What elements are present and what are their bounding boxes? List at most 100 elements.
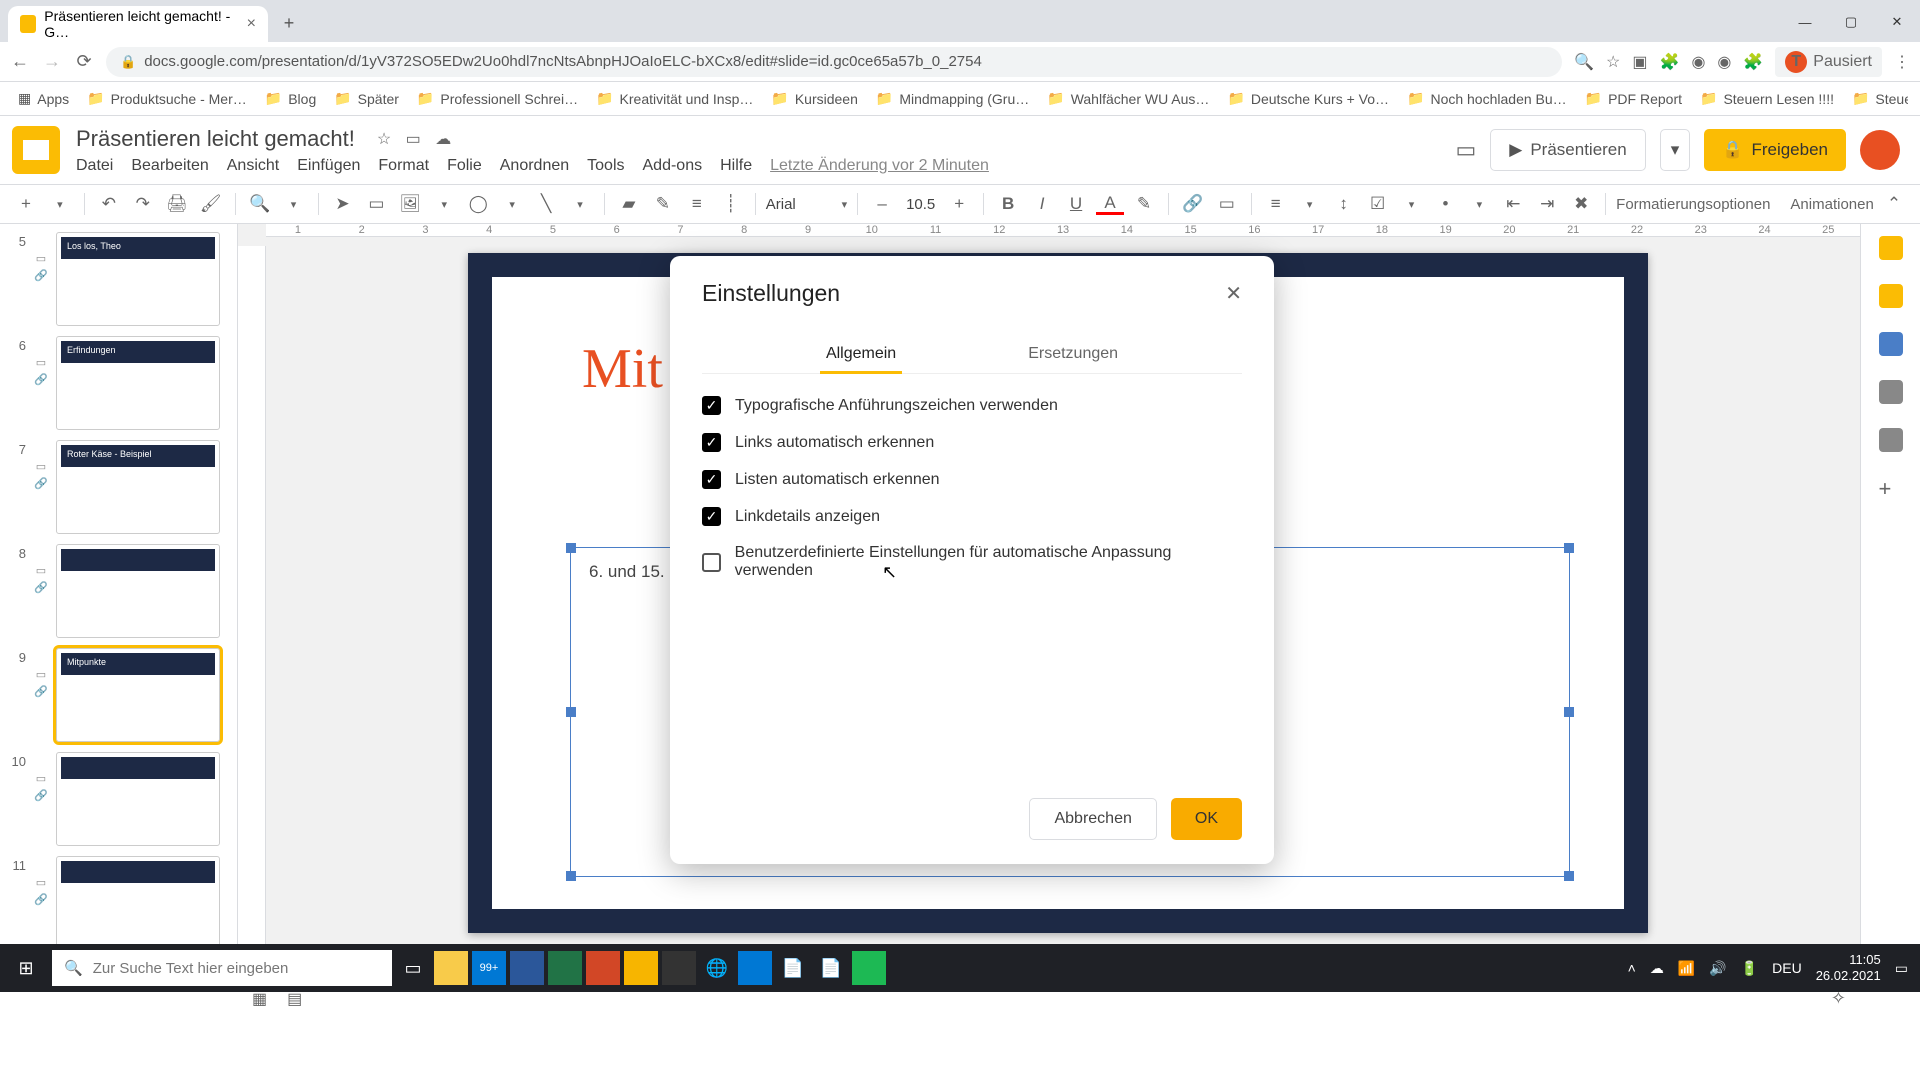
underline-button[interactable]: U — [1062, 190, 1090, 218]
menu-anordnen[interactable]: Anordnen — [500, 157, 569, 175]
undo-button[interactable]: ↶ — [95, 190, 123, 218]
notepad2-icon[interactable]: 📄 — [814, 951, 848, 985]
edge-icon[interactable] — [738, 951, 772, 985]
checkbox[interactable] — [702, 553, 721, 572]
side-app-icon[interactable] — [1879, 428, 1903, 452]
qr-icon[interactable]: ▣ — [1632, 52, 1647, 72]
slide-thumbnail[interactable] — [56, 544, 220, 638]
slide-thumbnail[interactable] — [56, 752, 220, 846]
font-select[interactable]: Arial — [766, 196, 836, 213]
add-panel-icon[interactable]: + — [1879, 476, 1903, 500]
url-bar[interactable]: 🔒 docs.google.com/presentation/d/1yV372S… — [106, 47, 1562, 77]
new-tab-button[interactable]: + — [274, 8, 304, 38]
align-button[interactable]: ≡ — [1262, 190, 1290, 218]
tab-general[interactable]: Allgemein — [820, 335, 902, 373]
checkbox[interactable]: ✓ — [702, 433, 721, 452]
filmstrip-item[interactable]: 11▭🔗 — [6, 856, 231, 950]
extensions-menu-icon[interactable]: 🧩 — [1743, 52, 1763, 72]
clock[interactable]: 11:05 26.02.2021 — [1816, 952, 1881, 983]
shape-tool[interactable]: ◯ — [464, 190, 492, 218]
slide-thumbnail[interactable]: Erfindungen — [56, 336, 220, 430]
slide-thumbnail[interactable]: Roter Käse - Beispiel — [56, 440, 220, 534]
collapse-toolbar-button[interactable]: ⌃ — [1880, 190, 1908, 218]
print-button[interactable]: 🖨 — [163, 190, 191, 218]
menu-einfügen[interactable]: Einfügen — [297, 157, 360, 175]
slide-thumbnail[interactable] — [56, 856, 220, 950]
slides-logo-icon[interactable] — [12, 126, 60, 174]
side-app-icon[interactable] — [1879, 332, 1903, 356]
extension3-icon[interactable]: ◉ — [1717, 52, 1731, 72]
redo-button[interactable]: ↷ — [129, 190, 157, 218]
apps-shortcut[interactable]: ▦ Apps — [12, 86, 75, 111]
bookmark-item[interactable]: 📁Steuern Videos wic… — [1846, 86, 1908, 111]
filmstrip-item[interactable]: 5▭🔗Los los, Theo — [6, 232, 231, 326]
filmstrip[interactable]: 5▭🔗Los los, Theo6▭🔗Erfindungen7▭🔗Roter K… — [0, 224, 238, 992]
clear-formatting-button[interactable]: ✖ — [1567, 190, 1595, 218]
extension2-icon[interactable]: ◉ — [1691, 52, 1705, 72]
tab-close-icon[interactable]: × — [247, 15, 256, 33]
last-edit[interactable]: Letzte Änderung vor 2 Minuten — [770, 157, 989, 175]
start-button[interactable]: ⊞ — [4, 946, 48, 990]
numbered-list-button[interactable]: ☑ — [1364, 190, 1392, 218]
nav-reload-button[interactable]: ⟳ — [74, 52, 94, 72]
bookmark-star-icon[interactable]: ☆ — [1606, 52, 1620, 72]
bulleted-list-button[interactable]: • — [1431, 190, 1459, 218]
indent-increase-button[interactable]: ⇥ — [1533, 190, 1561, 218]
bookmark-item[interactable]: 📁Kreativität und Insp… — [590, 86, 759, 111]
side-app-icon[interactable] — [1879, 284, 1903, 308]
paint-format-button[interactable]: 🖌 — [197, 190, 225, 218]
onedrive-icon[interactable]: ☁ — [1650, 960, 1664, 977]
bookmark-item[interactable]: 📁Wahlfächer WU Aus… — [1041, 86, 1215, 111]
font-size[interactable]: 10.5 — [902, 196, 939, 213]
border-dash[interactable]: ┊ — [717, 190, 745, 218]
obs-icon[interactable] — [662, 951, 696, 985]
border-weight[interactable]: ≡ — [683, 190, 711, 218]
chrome-menu-icon[interactable]: ⋮ — [1894, 52, 1910, 72]
side-app-icon[interactable] — [1879, 380, 1903, 404]
language-indicator[interactable]: DEU — [1772, 960, 1802, 976]
line-tool[interactable]: ╲ — [532, 190, 560, 218]
bookmark-item[interactable]: 📁Kursideen — [765, 86, 863, 111]
filmstrip-item[interactable]: 8▭🔗 — [6, 544, 231, 638]
chrome-icon[interactable]: 🌐 — [700, 951, 734, 985]
new-slide-button[interactable]: + — [12, 190, 40, 218]
font-size-dec[interactable]: – — [868, 190, 896, 218]
slide-thumbnail[interactable]: Los los, Theo — [56, 232, 220, 326]
present-button[interactable]: ▶ Präsentieren — [1490, 129, 1645, 171]
menu-tools[interactable]: Tools — [587, 157, 624, 175]
bookmark-item[interactable]: 📁Später — [328, 86, 405, 111]
bookmark-item[interactable]: 📁PDF Report — [1579, 86, 1688, 111]
filmstrip-item[interactable]: 7▭🔗Roter Käse - Beispiel — [6, 440, 231, 534]
text-color-button[interactable]: A — [1096, 193, 1124, 215]
menu-format[interactable]: Format — [378, 157, 429, 175]
notifications-icon[interactable]: ▭ — [1895, 960, 1908, 977]
word-icon[interactable] — [510, 951, 544, 985]
share-button[interactable]: 🔒 Freigeben — [1704, 129, 1846, 171]
border-color[interactable]: ✎ — [649, 190, 677, 218]
menu-bearbeiten[interactable]: Bearbeiten — [131, 157, 208, 175]
comments-icon[interactable]: ▭ — [1455, 137, 1476, 163]
present-dropdown[interactable]: ▾ — [1660, 129, 1691, 171]
star-icon[interactable]: ☆ — [377, 131, 391, 148]
bookmark-item[interactable]: 📁Produktsuche - Mer… — [81, 86, 253, 111]
document-title[interactable]: Präsentieren leicht gemacht! — [76, 126, 355, 152]
zoom-button[interactable]: 🔍 — [246, 190, 274, 218]
extension-icon[interactable]: 🧩 — [1660, 52, 1680, 72]
window-maximize-button[interactable]: ▢ — [1828, 2, 1874, 42]
image-tool[interactable]: 🖼 — [396, 190, 424, 218]
highlight-button[interactable]: ✎ — [1130, 190, 1158, 218]
indent-decrease-button[interactable]: ⇤ — [1499, 190, 1527, 218]
line-spacing-button[interactable]: ↕ — [1330, 190, 1358, 218]
app-icon[interactable] — [624, 951, 658, 985]
tray-expand-icon[interactable]: ˄ — [1628, 960, 1636, 976]
battery-icon[interactable]: 🔋 — [1741, 960, 1758, 977]
notepad-icon[interactable]: 📄 — [776, 951, 810, 985]
bookmark-item[interactable]: 📁Steuern Lesen !!!! — [1694, 86, 1840, 111]
bookmark-item[interactable]: 📁Mindmapping (Gru… — [870, 86, 1035, 111]
filmstrip-item[interactable]: 9▭🔗Mitpunkte — [6, 648, 231, 742]
account-avatar[interactable] — [1860, 130, 1900, 170]
sound-icon[interactable]: 🔊 — [1709, 960, 1726, 977]
taskbar-search[interactable]: 🔍 Zur Suche Text hier eingeben — [52, 950, 392, 986]
move-icon[interactable]: ▭ — [406, 131, 421, 148]
select-tool[interactable]: ➤ — [329, 190, 357, 218]
